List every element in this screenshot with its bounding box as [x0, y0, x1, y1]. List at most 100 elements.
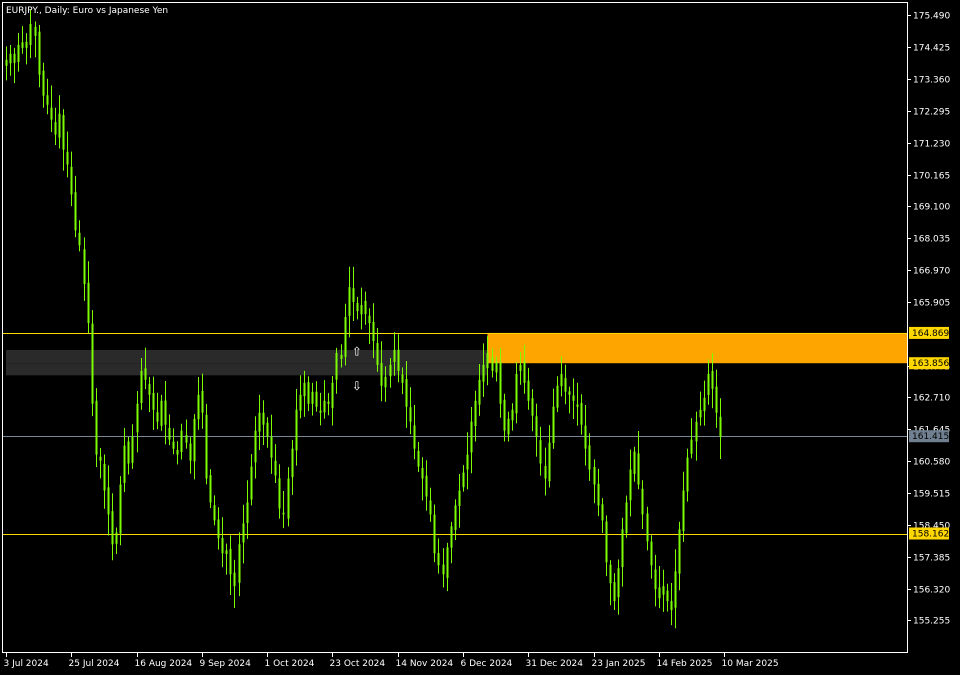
candle-body-115 [474, 400, 477, 427]
candle-body-0 [5, 59, 8, 66]
y-tick-label-16: 157.385 [913, 554, 950, 564]
x-tick-label-7: 6 Dec 2024 [461, 659, 513, 669]
candle-body-64 [266, 422, 269, 437]
candle-body-128 [527, 380, 530, 401]
candle-body-34 [144, 368, 147, 380]
candle-body-69 [287, 478, 290, 519]
candle-body-39 [164, 400, 167, 425]
x-tick-label-10: 14 Feb 2025 [657, 659, 713, 669]
x-tick-label-1: 25 Jul 2024 [69, 659, 120, 669]
y-tick-label-3: 172.295 [913, 108, 950, 118]
candle-body-123 [507, 418, 510, 435]
candle-body-135 [556, 385, 559, 408]
y-tick-label-6: 169.100 [913, 203, 950, 213]
candle-body-93 [384, 376, 387, 388]
candle-body-114 [470, 421, 473, 453]
candle-body-87 [360, 305, 363, 315]
price-label-1: 163.856 [912, 359, 949, 369]
candle-body-6 [29, 23, 32, 45]
candle-body-147 [605, 521, 608, 563]
candle-body-26 [111, 511, 114, 545]
x-tick-label-9: 23 Jan 2025 [592, 659, 646, 669]
candle-body-11 [50, 107, 53, 120]
candle-body-163 [670, 601, 673, 611]
candle-body-57 [238, 544, 241, 583]
candle-body-158 [650, 541, 653, 566]
up-arrow-icon: ⇧ [352, 344, 362, 358]
candle-body-1 [9, 53, 12, 64]
candle-body-85 [352, 288, 355, 303]
candle-body-156 [641, 488, 644, 515]
candle-body-80 [331, 382, 334, 408]
candle-body-52 [217, 519, 220, 539]
candle-body-142 [584, 425, 587, 449]
candle-body-82 [340, 354, 343, 359]
candle-body-7 [34, 26, 37, 36]
candle-body-126 [519, 364, 522, 372]
candle-body-84 [348, 287, 351, 316]
candle-body-121 [499, 361, 502, 404]
candle-body-160 [658, 587, 661, 599]
candle-body-24 [103, 463, 106, 491]
price-chart[interactable]: ⇧ ⇩ 175.490 174.425 173.360 172.295 171.230 17… [0, 0, 960, 675]
candle-body-29 [123, 445, 126, 483]
candle-body-46 [193, 418, 196, 462]
candle-body-122 [503, 399, 506, 431]
candle-body-21 [91, 323, 94, 404]
candle-body-8 [38, 31, 41, 75]
candle-body-25 [107, 487, 110, 515]
x-tick-label-2: 16 Aug 2024 [135, 659, 193, 669]
candle-body-162 [666, 590, 669, 602]
chart-title: EURJPY., Daily: Euro vs Japanese Yen [6, 6, 168, 16]
candle-body-48 [201, 390, 204, 413]
candle-body-49 [205, 414, 208, 479]
x-tick-label-0: 3 Jul 2024 [4, 659, 49, 669]
candle-body-153 [629, 469, 632, 501]
candle-body-175 [719, 416, 722, 437]
candle-body-119 [491, 357, 494, 371]
candle-body-55 [229, 548, 232, 575]
candle-body-61 [254, 430, 257, 463]
candle-body-125 [515, 373, 518, 414]
candle-body-133 [548, 442, 551, 482]
candle-body-78 [323, 400, 326, 413]
candle-body-42 [176, 449, 179, 455]
candle-body-13 [58, 113, 61, 138]
candle-body-144 [593, 466, 596, 485]
x-tick-label-11: 10 Mar 2025 [722, 659, 779, 669]
candle-body-161 [662, 586, 665, 595]
candle-body-102 [421, 467, 424, 479]
candle-body-166 [682, 490, 685, 532]
candle-body-103 [425, 475, 428, 497]
x-tick-label-3: 9 Sep 2024 [200, 659, 252, 669]
candle-body-105 [433, 514, 436, 554]
candle-body-138 [568, 391, 571, 395]
candle-body-75 [311, 391, 314, 404]
y-tick-label-11: 162.710 [913, 394, 950, 404]
x-tick-label-8: 31 Dec 2024 [526, 659, 584, 669]
candle-body-95 [393, 349, 396, 362]
y-tick-label-14: 159.515 [913, 490, 950, 500]
candle-body-60 [250, 466, 253, 500]
candle-body-16 [70, 166, 73, 195]
candle-body-15 [66, 151, 69, 165]
candle-body-62 [258, 412, 261, 432]
candle-body-81 [335, 352, 338, 380]
candle-body-171 [703, 397, 706, 412]
candle-body-37 [156, 412, 159, 422]
candle-body-9 [42, 70, 45, 96]
candle-body-50 [209, 475, 212, 503]
candle-body-59 [246, 502, 249, 523]
y-tick-label-0: 175.490 [913, 12, 950, 22]
candle-body-107 [442, 564, 445, 575]
y-tick-label-9: 165.905 [913, 299, 950, 309]
candle-body-117 [482, 364, 485, 382]
candle-body-63 [262, 412, 265, 425]
candle-body-112 [462, 472, 465, 488]
candle-body-108 [446, 547, 449, 578]
candle-body-72 [299, 394, 302, 411]
candle-body-45 [189, 443, 192, 461]
price-label-2: 161.415 [912, 432, 949, 442]
candle-body-99 [409, 407, 412, 422]
y-tick-label-2: 173.360 [913, 76, 950, 86]
